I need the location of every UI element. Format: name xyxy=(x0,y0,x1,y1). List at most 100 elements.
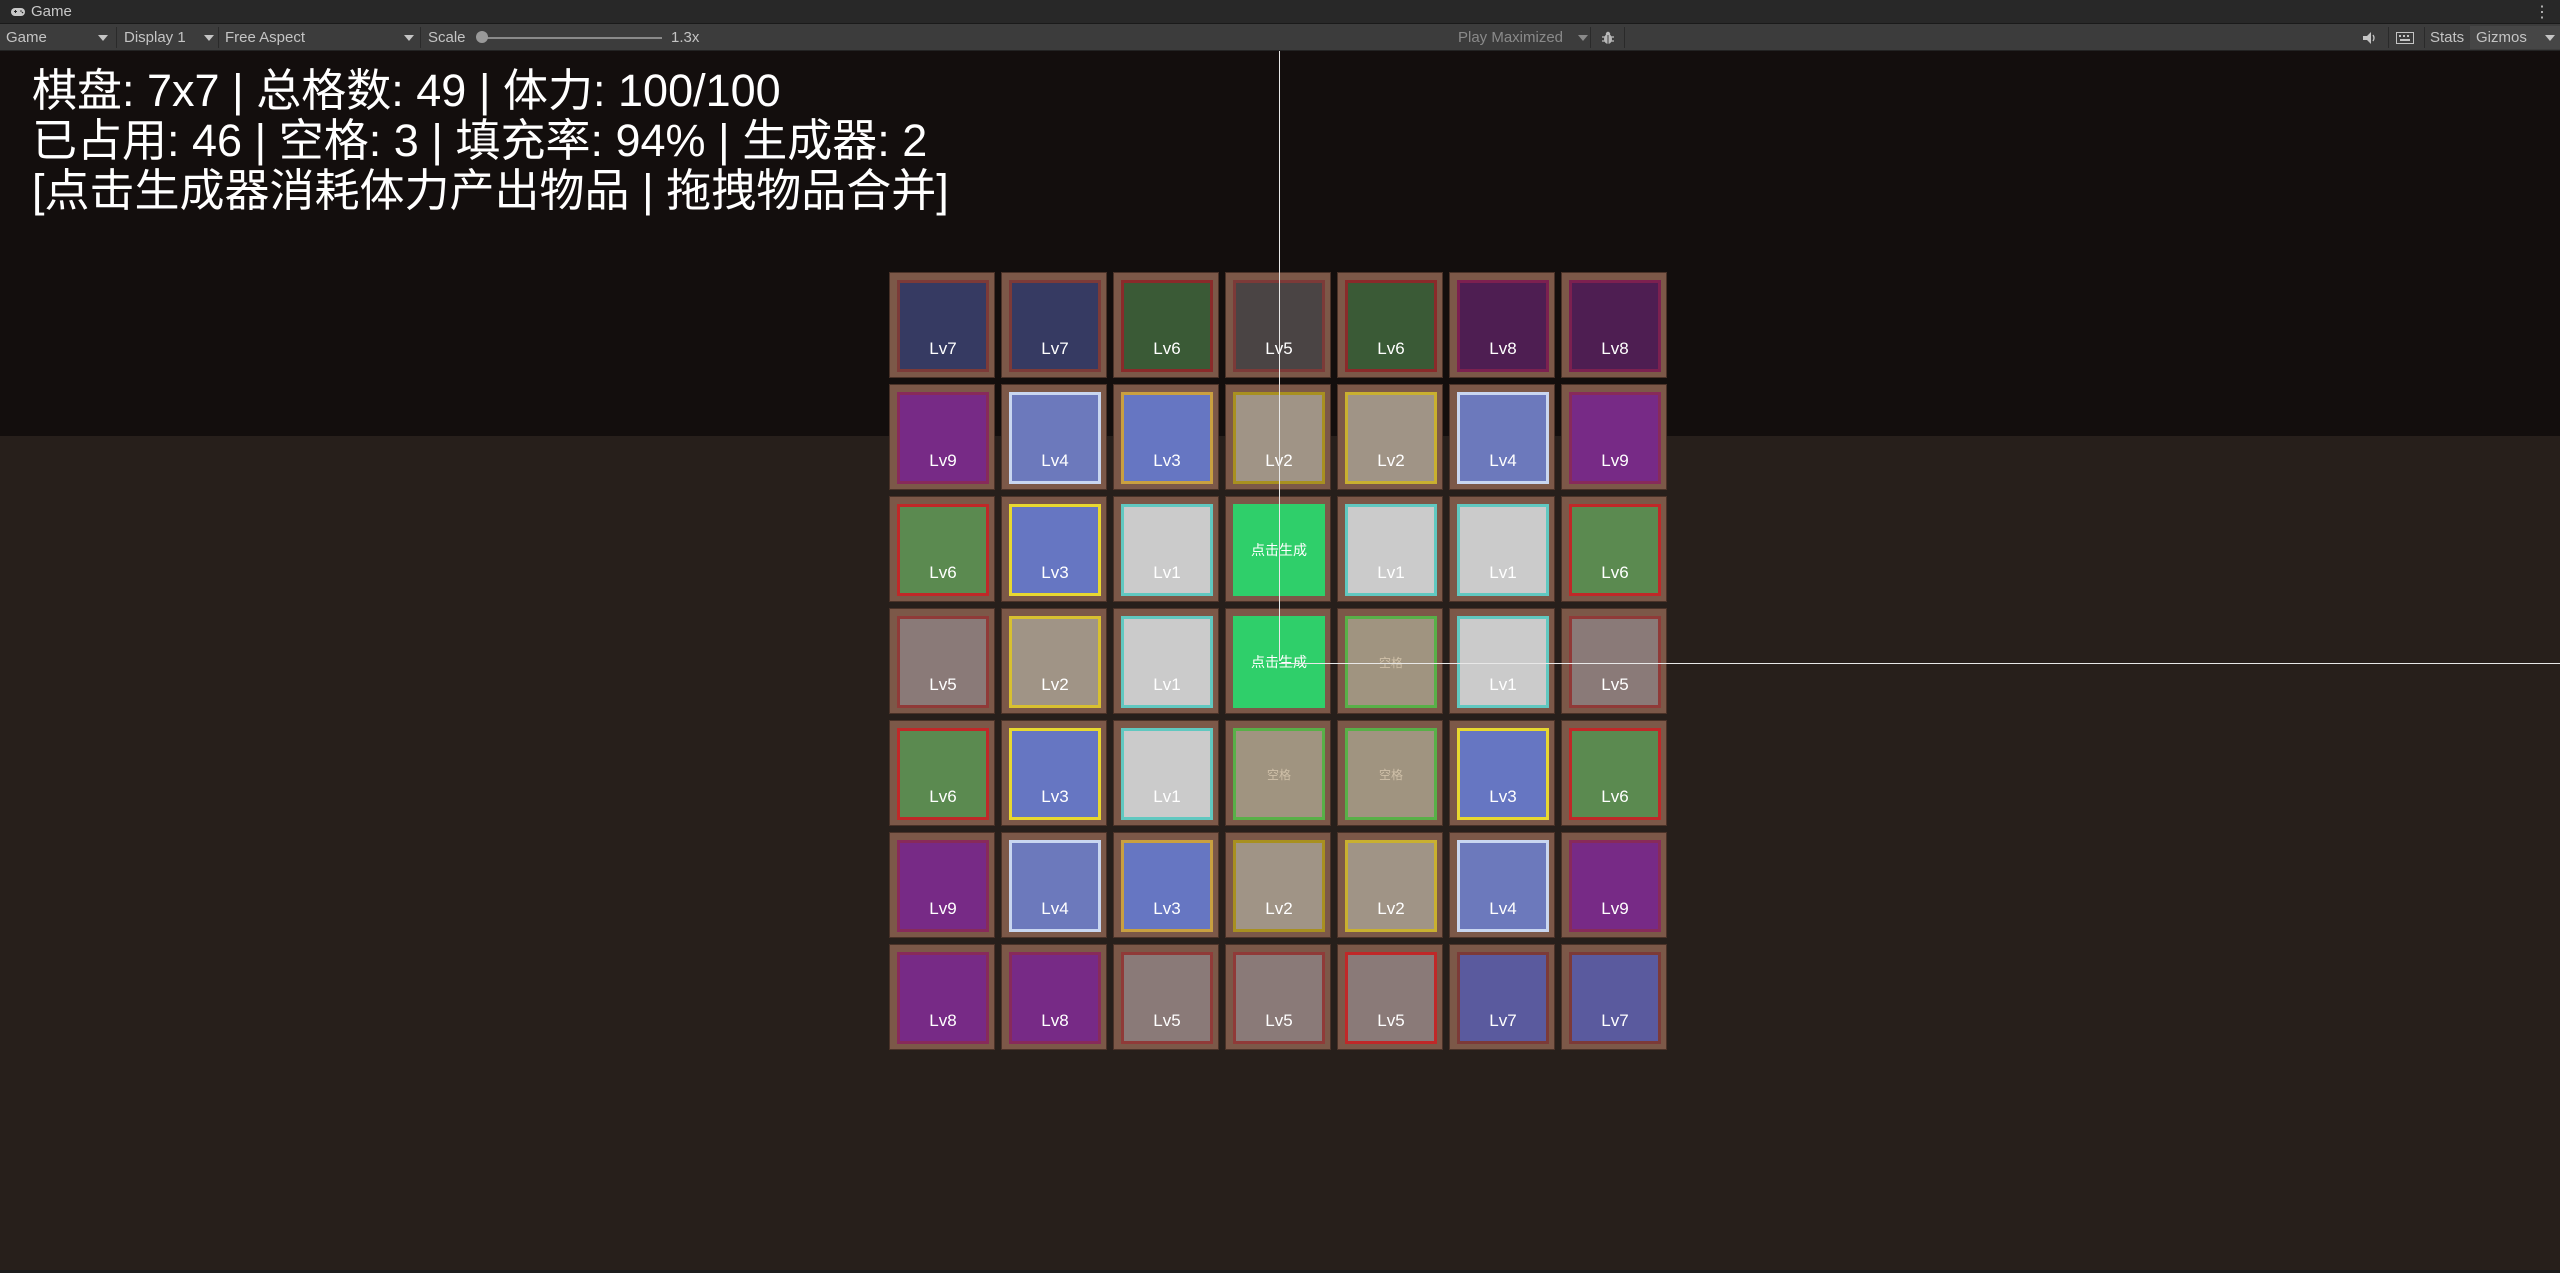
item-level-label: Lv3 xyxy=(1041,563,1069,582)
item-cell[interactable]: Lv6 xyxy=(889,496,995,602)
item-cell[interactable]: Lv7 xyxy=(1449,944,1555,1050)
window-title: Game xyxy=(31,3,72,20)
gizmos-dropdown[interactable]: Gizmos xyxy=(2470,26,2560,49)
item-cell[interactable]: Lv8 xyxy=(1001,944,1107,1050)
item-level-label: Lv9 xyxy=(1601,451,1629,470)
horizontal-guide-line xyxy=(1279,663,2560,664)
item-cell[interactable]: Lv5 xyxy=(889,608,995,714)
item-cell[interactable]: Lv9 xyxy=(1561,384,1667,490)
scale-slider-track[interactable] xyxy=(480,37,662,39)
keyboard-icon[interactable] xyxy=(2396,24,2418,51)
item-cell[interactable]: Lv5 xyxy=(1337,944,1443,1050)
item-level-label: Lv3 xyxy=(1489,787,1517,806)
item-cell[interactable]: Lv1 xyxy=(1449,608,1555,714)
item-cell[interactable]: Lv3 xyxy=(1113,832,1219,938)
chevron-down-icon xyxy=(204,35,214,41)
item-level-label: Lv1 xyxy=(1489,675,1517,694)
item-cell[interactable]: Lv6 xyxy=(1113,272,1219,378)
game-viewport[interactable]: 棋盘: 7x7 | 总格数: 49 | 体力: 100/100 已占用: 46 … xyxy=(0,51,2560,1273)
chevron-down-icon xyxy=(404,35,414,41)
window-menu-icon[interactable]: ⋮ xyxy=(2534,0,2550,24)
item-cell[interactable]: Lv3 xyxy=(1001,720,1107,826)
speaker-icon[interactable] xyxy=(2362,24,2382,51)
item-cell[interactable]: Lv8 xyxy=(1449,272,1555,378)
empty-cell[interactable]: 空格 xyxy=(1337,720,1443,826)
item-cell[interactable]: Lv1 xyxy=(1113,720,1219,826)
item-cell[interactable]: Lv2 xyxy=(1225,384,1331,490)
item-cell[interactable]: Lv5 xyxy=(1113,944,1219,1050)
item-cell[interactable]: Lv8 xyxy=(889,944,995,1050)
item-cell[interactable]: Lv5 xyxy=(1561,608,1667,714)
item-cell[interactable]: Lv3 xyxy=(1449,720,1555,826)
item-cell[interactable]: Lv1 xyxy=(1337,496,1443,602)
toolbar-divider xyxy=(2388,27,2389,48)
item-cell[interactable]: Lv2 xyxy=(1337,384,1443,490)
stats-button[interactable]: Stats xyxy=(2430,24,2464,51)
item-cell[interactable]: Lv3 xyxy=(1001,496,1107,602)
toolbar-divider xyxy=(420,27,421,48)
empty-cell[interactable]: 空格 xyxy=(1225,720,1331,826)
item-level-label: Lv1 xyxy=(1377,563,1405,582)
item-cell[interactable]: Lv4 xyxy=(1001,832,1107,938)
item-cell[interactable]: Lv5 xyxy=(1225,944,1331,1050)
item-cell[interactable]: Lv4 xyxy=(1001,384,1107,490)
item-level-label: Lv5 xyxy=(1153,1011,1181,1030)
item-cell[interactable]: Lv6 xyxy=(1337,272,1443,378)
item-cell[interactable]: Lv8 xyxy=(1561,272,1667,378)
item-level-label: Lv6 xyxy=(1601,787,1629,806)
item-cell[interactable]: Lv1 xyxy=(1113,496,1219,602)
item-cell[interactable]: Lv6 xyxy=(1561,720,1667,826)
item-level-label: Lv3 xyxy=(1153,451,1181,470)
item-level-label: Lv2 xyxy=(1265,899,1293,918)
scale-label: Scale xyxy=(428,29,466,46)
item-level-label: Lv4 xyxy=(1041,899,1069,918)
item-cell[interactable]: Lv7 xyxy=(1001,272,1107,378)
item-cell[interactable]: Lv6 xyxy=(889,720,995,826)
item-cell[interactable]: Lv9 xyxy=(1561,832,1667,938)
debug-bug-icon[interactable] xyxy=(1600,24,1620,51)
vertical-guide-line xyxy=(1279,51,1280,661)
view-mode-dropdown[interactable]: Game xyxy=(6,24,110,51)
item-level-label: Lv7 xyxy=(1041,339,1069,358)
hud-instructions: [点击生成器消耗体力产出物品 | 拖拽物品合并] xyxy=(32,165,949,216)
aspect-dropdown[interactable]: Free Aspect xyxy=(225,24,417,51)
item-cell[interactable]: Lv2 xyxy=(1225,832,1331,938)
toolbar-divider xyxy=(1624,27,1625,48)
play-mode-dropdown[interactable]: Play Maximized xyxy=(1458,24,1588,51)
hud-board-info: 棋盘: 7x7 | 总格数: 49 | 体力: 100/100 xyxy=(32,65,781,116)
scale-slider-thumb[interactable] xyxy=(476,31,488,43)
chevron-down-icon xyxy=(98,35,108,41)
empty-cell[interactable]: 空格 xyxy=(1337,608,1443,714)
item-level-label: Lv1 xyxy=(1153,787,1181,806)
item-cell[interactable]: Lv9 xyxy=(889,384,995,490)
item-level-label: Lv8 xyxy=(1601,339,1629,358)
item-level-label: Lv6 xyxy=(1377,339,1405,358)
generator-cell[interactable]: 点击生成 xyxy=(1225,608,1331,714)
item-cell[interactable]: Lv7 xyxy=(889,272,995,378)
item-cell[interactable]: Lv2 xyxy=(1337,832,1443,938)
item-cell[interactable]: Lv5 xyxy=(1225,272,1331,378)
item-cell[interactable]: Lv1 xyxy=(1449,496,1555,602)
item-level-label: Lv9 xyxy=(1601,899,1629,918)
item-level-label: Lv1 xyxy=(1489,563,1517,582)
generator-cell[interactable]: 点击生成 xyxy=(1225,496,1331,602)
item-cell[interactable]: Lv6 xyxy=(1561,496,1667,602)
item-level-label: Lv7 xyxy=(929,339,957,358)
item-level-label: Lv8 xyxy=(1489,339,1517,358)
display-dropdown[interactable]: Display 1 xyxy=(124,24,216,51)
item-cell[interactable]: Lv4 xyxy=(1449,832,1555,938)
item-level-label: Lv2 xyxy=(1041,675,1069,694)
toolbar-divider xyxy=(2424,27,2425,48)
item-level-label: Lv5 xyxy=(1601,675,1629,694)
item-cell[interactable]: Lv4 xyxy=(1449,384,1555,490)
item-cell[interactable]: Lv1 xyxy=(1113,608,1219,714)
game-window-tab[interactable]: Game ⋮ xyxy=(0,0,2560,24)
item-cell[interactable]: Lv9 xyxy=(889,832,995,938)
item-level-label: Lv2 xyxy=(1377,899,1405,918)
item-level-label: Lv6 xyxy=(929,563,957,582)
item-cell[interactable]: Lv3 xyxy=(1113,384,1219,490)
item-level-label: Lv2 xyxy=(1377,451,1405,470)
item-cell[interactable]: Lv7 xyxy=(1561,944,1667,1050)
aspect-label: Free Aspect xyxy=(225,29,306,46)
item-cell[interactable]: Lv2 xyxy=(1001,608,1107,714)
